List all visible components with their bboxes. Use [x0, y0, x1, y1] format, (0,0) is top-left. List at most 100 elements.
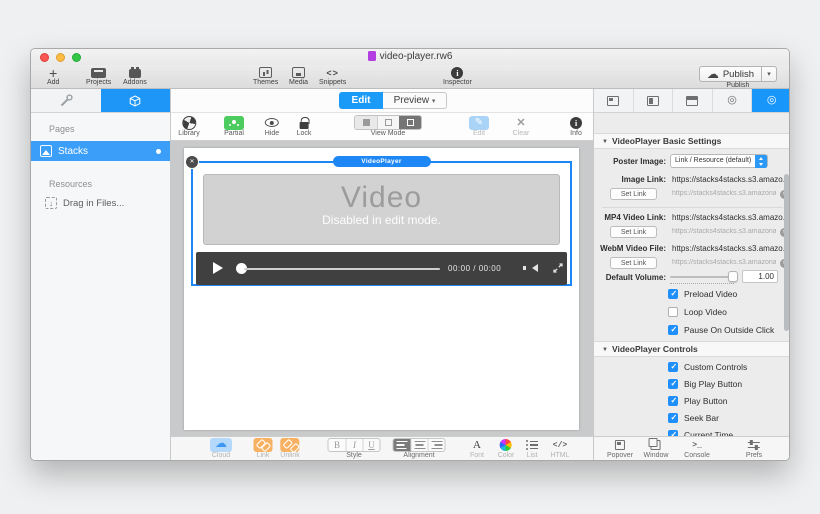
list-icon	[526, 440, 538, 451]
webm-link-field[interactable]: https://stacks4stacks.s3.amazona...	[672, 259, 776, 266]
select-arrows-icon	[755, 155, 767, 168]
console-prompt-icon: >_	[692, 440, 702, 450]
checkbox-row-seek-bar[interactable]: Seek Bar	[668, 413, 719, 423]
inspector-body: ▼ VideoPlayer Basic Settings Poster Image…	[594, 113, 789, 436]
tab-stack-settings[interactable]: ◎	[751, 89, 789, 112]
mode-strip: Edit Preview ▾	[171, 89, 593, 113]
tab-theme-settings[interactable]: ◎	[711, 89, 752, 112]
partial-button[interactable]: Partial	[224, 115, 244, 138]
mp4-link-field[interactable]: https://stacks4stacks.s3.amazona...	[672, 228, 776, 235]
library-button[interactable]: Library	[178, 115, 200, 138]
volume-value[interactable]: 1.00	[742, 270, 778, 283]
edit-canvas: ✕ VideoPlayer Video Disabled in edit mod…	[171, 141, 593, 436]
addons-button[interactable]: Addons	[123, 66, 147, 87]
unlink-button[interactable]: Unlink	[280, 438, 300, 460]
edit-stack-button[interactable]: ✎ Edit	[469, 115, 489, 138]
seek-bar[interactable]	[244, 267, 440, 270]
section-controls[interactable]: ▼ VideoPlayer Controls	[594, 341, 789, 357]
view-mode-expanded[interactable]	[399, 116, 421, 129]
image-link-field[interactable]: https://stacks4stacks.s3.amazona...	[672, 190, 776, 197]
checkbox[interactable]	[668, 325, 678, 335]
html-button[interactable]: </> HTML	[550, 438, 569, 460]
themes-button[interactable]: Themes	[253, 66, 278, 87]
clear-button[interactable]: ✕ Clear	[513, 115, 530, 138]
link-button[interactable]: Link	[253, 438, 273, 460]
sidebar-item-stacks[interactable]: Stacks	[31, 141, 170, 161]
volume-slider-handle[interactable]	[728, 271, 738, 282]
view-mode-compact[interactable]	[355, 116, 377, 129]
bold-button[interactable]: B	[329, 439, 346, 451]
tab-page-settings[interactable]	[31, 89, 101, 112]
set-link-button[interactable]: Set Link	[610, 257, 657, 269]
prefs-button[interactable]: Prefs	[746, 438, 762, 460]
tab-stacks[interactable]	[100, 89, 170, 112]
info-circle-icon: i	[570, 116, 582, 129]
eye-icon	[265, 118, 279, 127]
checkbox[interactable]	[668, 307, 678, 317]
tab-page-inspector[interactable]	[594, 89, 633, 112]
cloud-icon: ☁	[210, 437, 232, 452]
checkbox-row-preload-video[interactable]: Preload Video	[668, 289, 737, 299]
fullscreen-icon[interactable]	[552, 262, 564, 274]
align-left-button[interactable]	[393, 439, 411, 451]
volume-slider-track[interactable]	[670, 276, 732, 278]
checkbox[interactable]	[668, 413, 678, 423]
checkbox-row-loop-video[interactable]: Loop Video	[668, 307, 727, 317]
time-display: 00:00 / 00:00	[448, 264, 502, 273]
publish-button[interactable]: ☁ Publish	[698, 66, 762, 82]
snippets-button[interactable]: <> Snippets	[319, 66, 346, 87]
play-icon[interactable]	[213, 262, 223, 274]
image-link-label: Image Link:	[621, 175, 666, 184]
underline-button[interactable]: U	[362, 439, 380, 451]
view-mode-control: View Mode	[354, 115, 422, 138]
set-link-button[interactable]: Set Link	[610, 188, 657, 200]
tab-preview-mode[interactable]: Preview ▾	[383, 92, 447, 109]
page-canvas[interactable]: ✕ VideoPlayer Video Disabled in edit mod…	[184, 148, 579, 430]
deselect-icon[interactable]: ✕	[186, 156, 198, 168]
tab-edit-mode[interactable]: Edit	[339, 92, 383, 109]
font-button[interactable]: A Font	[470, 438, 484, 460]
italic-button[interactable]: I	[345, 439, 363, 451]
section-basic-settings[interactable]: ▼ VideoPlayer Basic Settings	[594, 133, 789, 149]
checkbox[interactable]	[668, 396, 678, 406]
tab-header-inspector[interactable]	[672, 89, 712, 112]
view-expanded-icon	[406, 119, 414, 126]
stack-name-pill[interactable]: VideoPlayer	[332, 156, 431, 167]
console-button[interactable]: >_ Console	[684, 438, 710, 460]
checkbox[interactable]	[668, 289, 678, 299]
popover-button[interactable]: Popover	[607, 438, 633, 460]
align-right-button[interactable]	[427, 439, 445, 451]
set-link-button[interactable]: Set Link	[610, 226, 657, 238]
divider	[602, 207, 783, 208]
tab-sidebar-inspector[interactable]	[632, 89, 673, 112]
projects-button[interactable]: Projects	[86, 66, 111, 87]
info-button[interactable]: i Info	[570, 115, 582, 138]
checkbox-row-pause-outside-click[interactable]: Pause On Outside Click	[668, 325, 774, 335]
publish-dropdown-button[interactable]: ▾	[762, 66, 777, 82]
view-mode-normal[interactable]	[377, 116, 399, 129]
color-button[interactable]: Color	[498, 438, 514, 460]
align-center-button[interactable]	[410, 439, 428, 451]
videoplayer-stack-selection[interactable]: ✕ VideoPlayer Video Disabled in edit mod…	[186, 156, 572, 286]
list-button[interactable]: List	[526, 438, 538, 460]
checkbox[interactable]	[668, 362, 678, 372]
add-button[interactable]: + Add	[47, 66, 59, 87]
checkbox-row-play-button[interactable]: Play Button	[668, 396, 727, 406]
hide-button[interactable]: Hide	[265, 115, 279, 138]
volume-icon[interactable]	[523, 264, 538, 272]
drag-in-files-target[interactable]: ↓ Drag in Files...	[45, 197, 124, 209]
cloud-button[interactable]: ☁ Cloud	[210, 437, 232, 460]
checkbox-row-custom-controls[interactable]: Custom Controls	[668, 362, 747, 372]
checkbox-row-big-play-button[interactable]: Big Play Button	[668, 379, 742, 389]
poster-image-select[interactable]: Link / Resource (default)	[670, 154, 768, 168]
media-button[interactable]: Media	[289, 66, 308, 87]
default-volume-label: Default Volume:	[605, 273, 666, 282]
scrollbar[interactable]	[784, 174, 789, 331]
checkbox[interactable]	[668, 379, 678, 389]
window-button[interactable]: Window	[644, 438, 668, 460]
align-right-icon	[431, 441, 442, 449]
color-wheel-icon	[499, 439, 512, 451]
lock-button[interactable]: Lock	[297, 115, 311, 138]
window-icon	[649, 438, 661, 450]
inspector-button[interactable]: i Inspector	[443, 66, 472, 87]
